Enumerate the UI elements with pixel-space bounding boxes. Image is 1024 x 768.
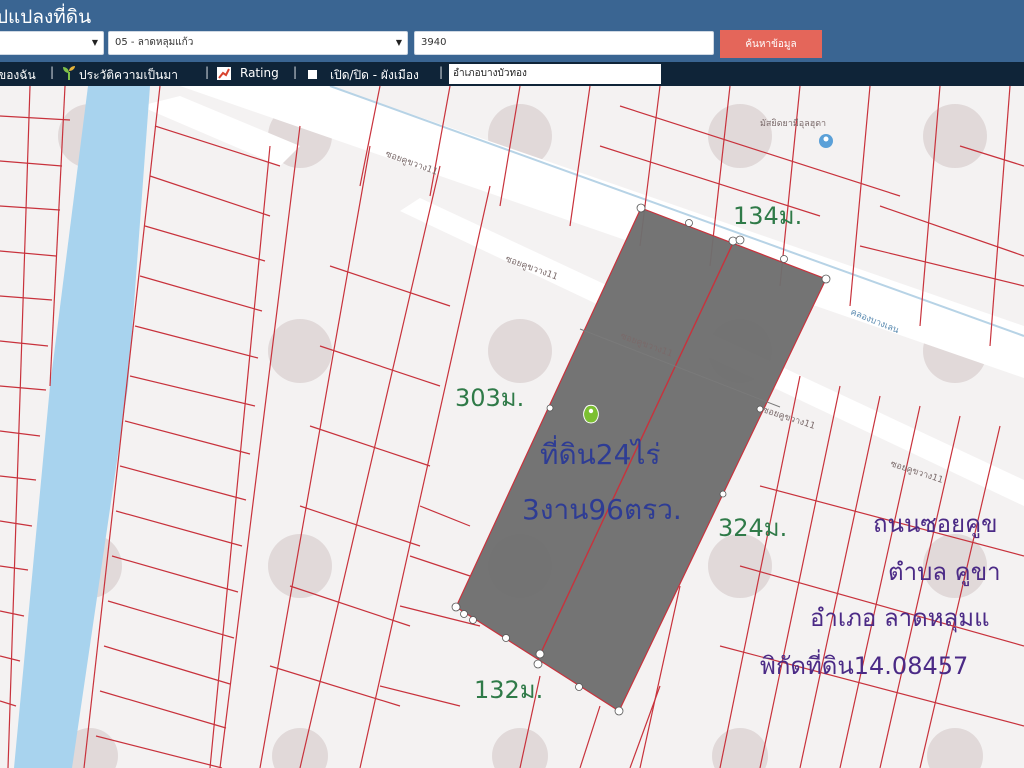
toolbar-separator: | — [293, 65, 298, 79]
area-line-1: ที่ดิน24ไร่ — [540, 438, 661, 471]
district-value: 05 - ลาดหลุมแก้ว — [115, 37, 194, 48]
history-link[interactable]: ประวัติความเป็นมา — [79, 66, 178, 85]
toolbar-separator: | — [439, 65, 444, 79]
toolbar: ของฉัน | ประวัติความเป็นมา | Rating | เป… — [0, 62, 1024, 86]
sprout-icon — [62, 65, 76, 84]
chevron-down-icon: ▼ — [395, 38, 402, 47]
my-items-link[interactable]: ของฉัน — [0, 66, 36, 85]
chevron-down-icon: ▼ — [91, 38, 98, 47]
checkbox-icon[interactable] — [308, 68, 317, 82]
district-filter-input[interactable]: อำเภอบางบัวทอง — [449, 64, 661, 84]
dimension-right-label: 324ม. — [718, 514, 788, 542]
location-pin-icon[interactable] — [583, 404, 599, 424]
parcel-number-value: 3940 — [421, 37, 447, 48]
toolbar-separator: | — [50, 65, 55, 79]
dimension-left-label: 303ม. — [455, 384, 525, 412]
address-coordinates: พิกัดที่ดิน14.08457 — [760, 652, 969, 680]
header-bar: ปแปลงที่ดิน ▼ 05 - ลาดหลุมแก้ว ▼ 3940 ค้… — [0, 0, 1024, 62]
parcel-number-input[interactable]: 3940 — [414, 31, 714, 55]
address-district: อำเภอ ลาดหลุมแ — [810, 604, 990, 632]
dimension-top-label: 134ม. — [733, 202, 803, 230]
poi-marker-icon[interactable] — [819, 134, 833, 148]
address-subdistrict: ตำบล คูขา — [888, 558, 1001, 586]
area-line-2: 3งาน96ตรว. — [522, 493, 682, 526]
dimension-bottom-label: 132ม. — [474, 676, 544, 704]
page-title: ปแปลงที่ดิน — [0, 6, 92, 28]
province-select[interactable]: ▼ — [0, 31, 104, 55]
zoning-toggle-link[interactable]: เปิด/ปิด - ผังเมือง — [330, 66, 419, 85]
search-button[interactable]: ค้นหาข้อมูล — [720, 30, 822, 58]
poi-label: มัสยิดยามีอุลฮุดา — [760, 118, 826, 129]
toolbar-separator: | — [205, 65, 210, 79]
chart-icon — [217, 67, 231, 83]
rating-link[interactable]: Rating — [240, 66, 279, 80]
address-road: ถนนซอยคูข — [873, 510, 998, 538]
map-view[interactable]: ซอยคูขวาง11 ซอยคูขวาง11 ซอยคูขวาง11 ซอยค… — [0, 86, 1024, 768]
district-select[interactable]: 05 - ลาดหลุมแก้ว ▼ — [108, 31, 408, 55]
